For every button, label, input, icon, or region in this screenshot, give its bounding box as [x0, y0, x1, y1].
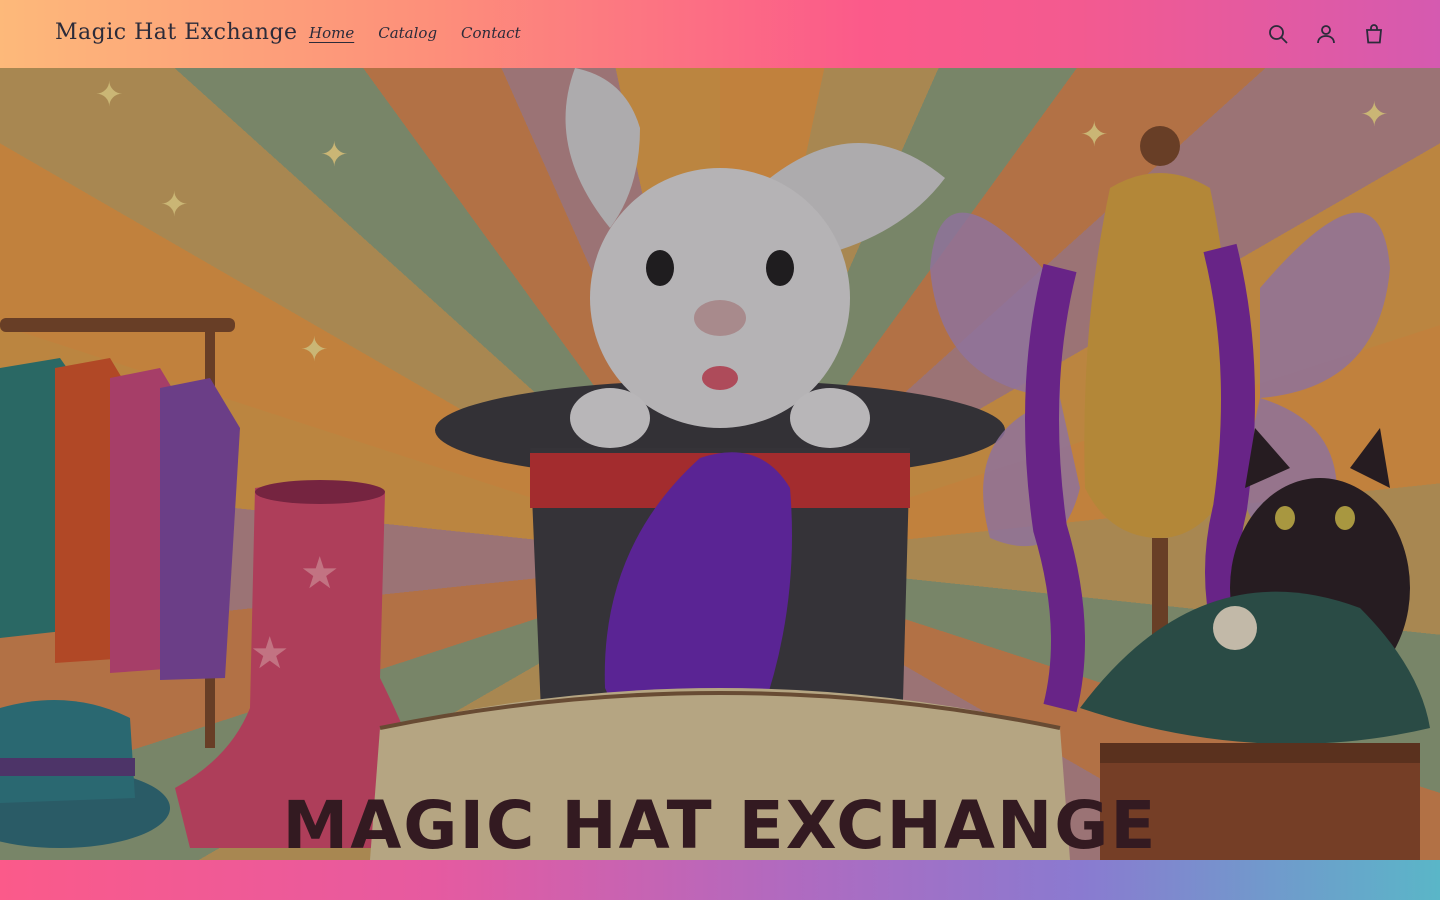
account-icon [1317, 25, 1335, 44]
search-icon [1269, 25, 1288, 44]
cart-button[interactable] [1358, 18, 1390, 50]
header-icons [1262, 18, 1390, 50]
brand-logo-link[interactable]: Magic Hat Exchange [55, 20, 298, 45]
main-nav: Home Catalog Contact [297, 24, 533, 42]
nav-catalog-link[interactable]: Catalog [366, 24, 449, 42]
nav-home-link[interactable]: Home [297, 24, 366, 42]
gradient-strip [0, 860, 1440, 900]
hero-overlay [0, 68, 1440, 860]
site-header: Magic Hat Exchange Home Catalog Contact [0, 0, 1440, 68]
cart-icon [1366, 24, 1382, 44]
nav-contact-link[interactable]: Contact [449, 24, 533, 42]
search-button[interactable] [1262, 18, 1294, 50]
account-button[interactable] [1310, 18, 1342, 50]
hero-banner: ★ ★ MAGIC HAT EXCHANGE ✦ ✦ ✦ ✦ ✦ ✦ [0, 68, 1440, 860]
